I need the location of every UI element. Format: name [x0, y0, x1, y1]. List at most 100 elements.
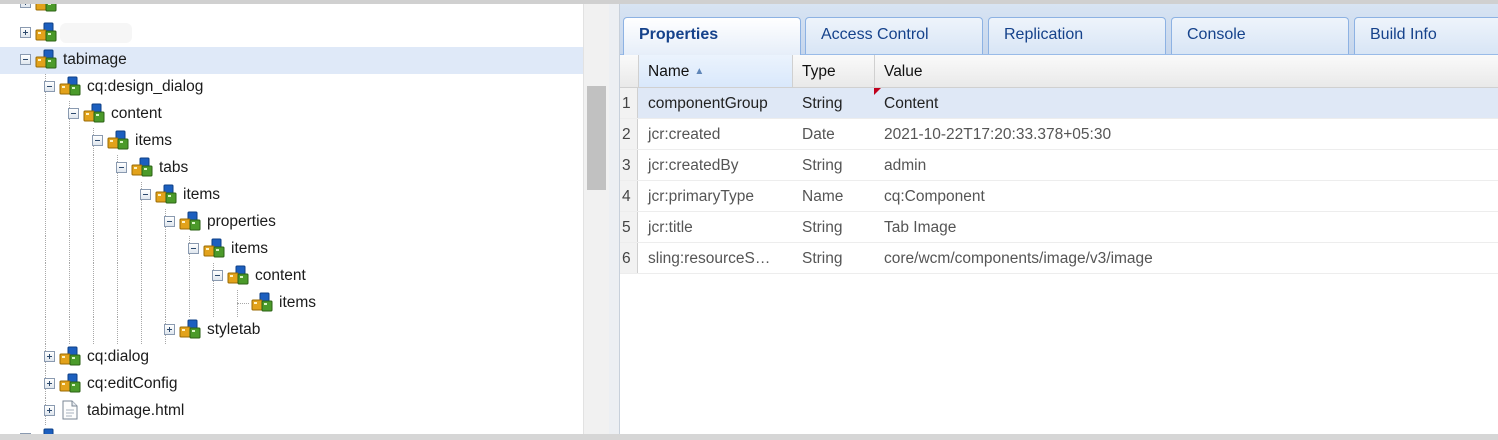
tab-properties[interactable]: Properties	[623, 17, 801, 55]
tree-node-label: items	[231, 240, 269, 257]
node-icon	[35, 22, 57, 42]
modified-marker-icon	[874, 88, 881, 95]
property-name: componentGroup	[648, 95, 768, 112]
column-header-name[interactable]: Name ▲	[639, 55, 793, 87]
collapse-icon[interactable]	[164, 216, 175, 227]
tree-node[interactable]: tabimage	[0, 47, 583, 74]
content-tree[interactable]: tabimage cq:design_dialog content items tabs…	[0, 4, 583, 440]
collapse-icon[interactable]	[44, 81, 55, 92]
tab-build-info[interactable]: Build Info	[1354, 17, 1498, 54]
column-header-name-label: Name	[648, 63, 690, 80]
window-bottom-border	[0, 434, 1498, 440]
tree-guide-line	[69, 236, 70, 263]
property-value: Content	[884, 95, 939, 112]
collapse-icon[interactable]	[140, 189, 151, 200]
row-number-header	[620, 55, 639, 87]
tree-node[interactable]: properties	[0, 209, 583, 236]
property-value: admin	[884, 157, 927, 174]
node-icon	[59, 373, 81, 393]
tree-guide-line	[69, 290, 70, 317]
tree-node[interactable]: tabimage.html	[0, 398, 583, 425]
expand-icon[interactable]	[20, 4, 31, 8]
tree-guide-line	[165, 263, 166, 290]
property-type: String	[802, 157, 843, 174]
node-icon	[59, 346, 81, 366]
property-type: String	[802, 250, 843, 267]
tab-console[interactable]: Console	[1171, 17, 1349, 54]
expand-icon[interactable]	[44, 378, 55, 389]
grid-header: Name ▲ Type Value	[620, 55, 1498, 88]
tree-node[interactable]: cq:dialog	[0, 344, 583, 371]
tree-node[interactable]	[0, 4, 583, 17]
tree-guide-line	[93, 209, 94, 236]
expand-icon[interactable]	[44, 405, 55, 416]
redacted-label	[60, 23, 132, 43]
tab-strip: Properties Access Control Replication Co…	[620, 4, 1498, 55]
table-row[interactable]: 3 jcr:createdBy String admin	[620, 150, 1498, 181]
tree-guide-line	[45, 236, 46, 263]
tree-node-label: cq:design_dialog	[87, 78, 204, 95]
collapse-icon[interactable]	[188, 243, 199, 254]
tree-guide-line	[69, 182, 70, 209]
table-row[interactable]: 2 jcr:created Date 2021-10-22T17:20:33.378+…	[620, 119, 1498, 150]
row-number: 5	[620, 212, 638, 242]
tree-guide-line	[141, 236, 142, 263]
tree-guide-line	[141, 209, 142, 236]
node-icon	[155, 184, 177, 204]
node-icon	[59, 76, 81, 96]
tree-scrollbar-thumb[interactable]	[587, 86, 606, 190]
property-name: jcr:primaryType	[648, 188, 754, 205]
node-icon	[203, 238, 225, 258]
property-name: jcr:created	[648, 126, 721, 143]
property-name: sling:resourceS…	[648, 250, 771, 267]
property-name: jcr:createdBy	[648, 157, 739, 174]
tree-node-label: content	[111, 105, 162, 122]
collapse-icon[interactable]	[20, 54, 31, 65]
tree-guide-line	[93, 290, 94, 317]
tree-node[interactable]: items	[0, 236, 583, 263]
row-number: 4	[620, 181, 638, 211]
tab-replication[interactable]: Replication	[988, 17, 1166, 54]
tree-guide-line	[165, 290, 166, 317]
collapse-icon[interactable]	[92, 135, 103, 146]
tree-guide-line	[189, 263, 190, 290]
node-icon	[227, 265, 249, 285]
tree-node[interactable]: content	[0, 101, 583, 128]
tree-guide-line	[189, 290, 190, 317]
row-number: 3	[620, 150, 638, 180]
collapse-icon[interactable]	[68, 108, 79, 119]
table-row[interactable]: 5 jcr:title String Tab Image	[620, 212, 1498, 243]
sort-ascending-icon: ▲	[694, 66, 705, 77]
node-icon	[179, 211, 201, 231]
tree-node[interactable]: items	[0, 290, 583, 317]
expand-icon[interactable]	[164, 324, 175, 335]
column-header-type[interactable]: Type	[793, 55, 875, 87]
collapse-icon[interactable]	[212, 270, 223, 281]
node-icon	[83, 103, 105, 123]
tree-node[interactable]: cq:editConfig	[0, 371, 583, 398]
tab-access-control[interactable]: Access Control	[805, 17, 983, 54]
tree-node[interactable]: items	[0, 128, 583, 155]
tree-scrollbar[interactable]	[583, 4, 609, 440]
column-header-value[interactable]: Value	[875, 55, 1498, 87]
tree-guide-line	[93, 317, 94, 344]
tree-node[interactable]: tabs	[0, 155, 583, 182]
table-row[interactable]: 4 jcr:primaryType Name cq:Component	[620, 181, 1498, 212]
tree-node-label: items	[279, 294, 317, 311]
panel-splitter[interactable]	[609, 4, 620, 440]
expand-icon[interactable]	[20, 27, 31, 38]
table-row[interactable]: 6 sling:resourceS… String core/wcm/componen…	[620, 243, 1498, 274]
table-row[interactable]: 1 componentGroup String Content	[620, 88, 1498, 119]
tree-guide-line	[117, 263, 118, 290]
tree-node[interactable]: content	[0, 263, 583, 290]
tree-node[interactable]: cq:design_dialog	[0, 74, 583, 101]
tree-node[interactable]: styletab	[0, 317, 583, 344]
collapse-icon[interactable]	[116, 162, 127, 173]
tree-node[interactable]: items	[0, 182, 583, 209]
node-icon	[251, 292, 273, 312]
tree-node-label: items	[183, 186, 221, 203]
tree-node[interactable]	[0, 20, 583, 47]
expand-icon[interactable]	[44, 351, 55, 362]
tree-node-label: properties	[207, 213, 276, 230]
tree-node-label: content	[255, 267, 306, 284]
